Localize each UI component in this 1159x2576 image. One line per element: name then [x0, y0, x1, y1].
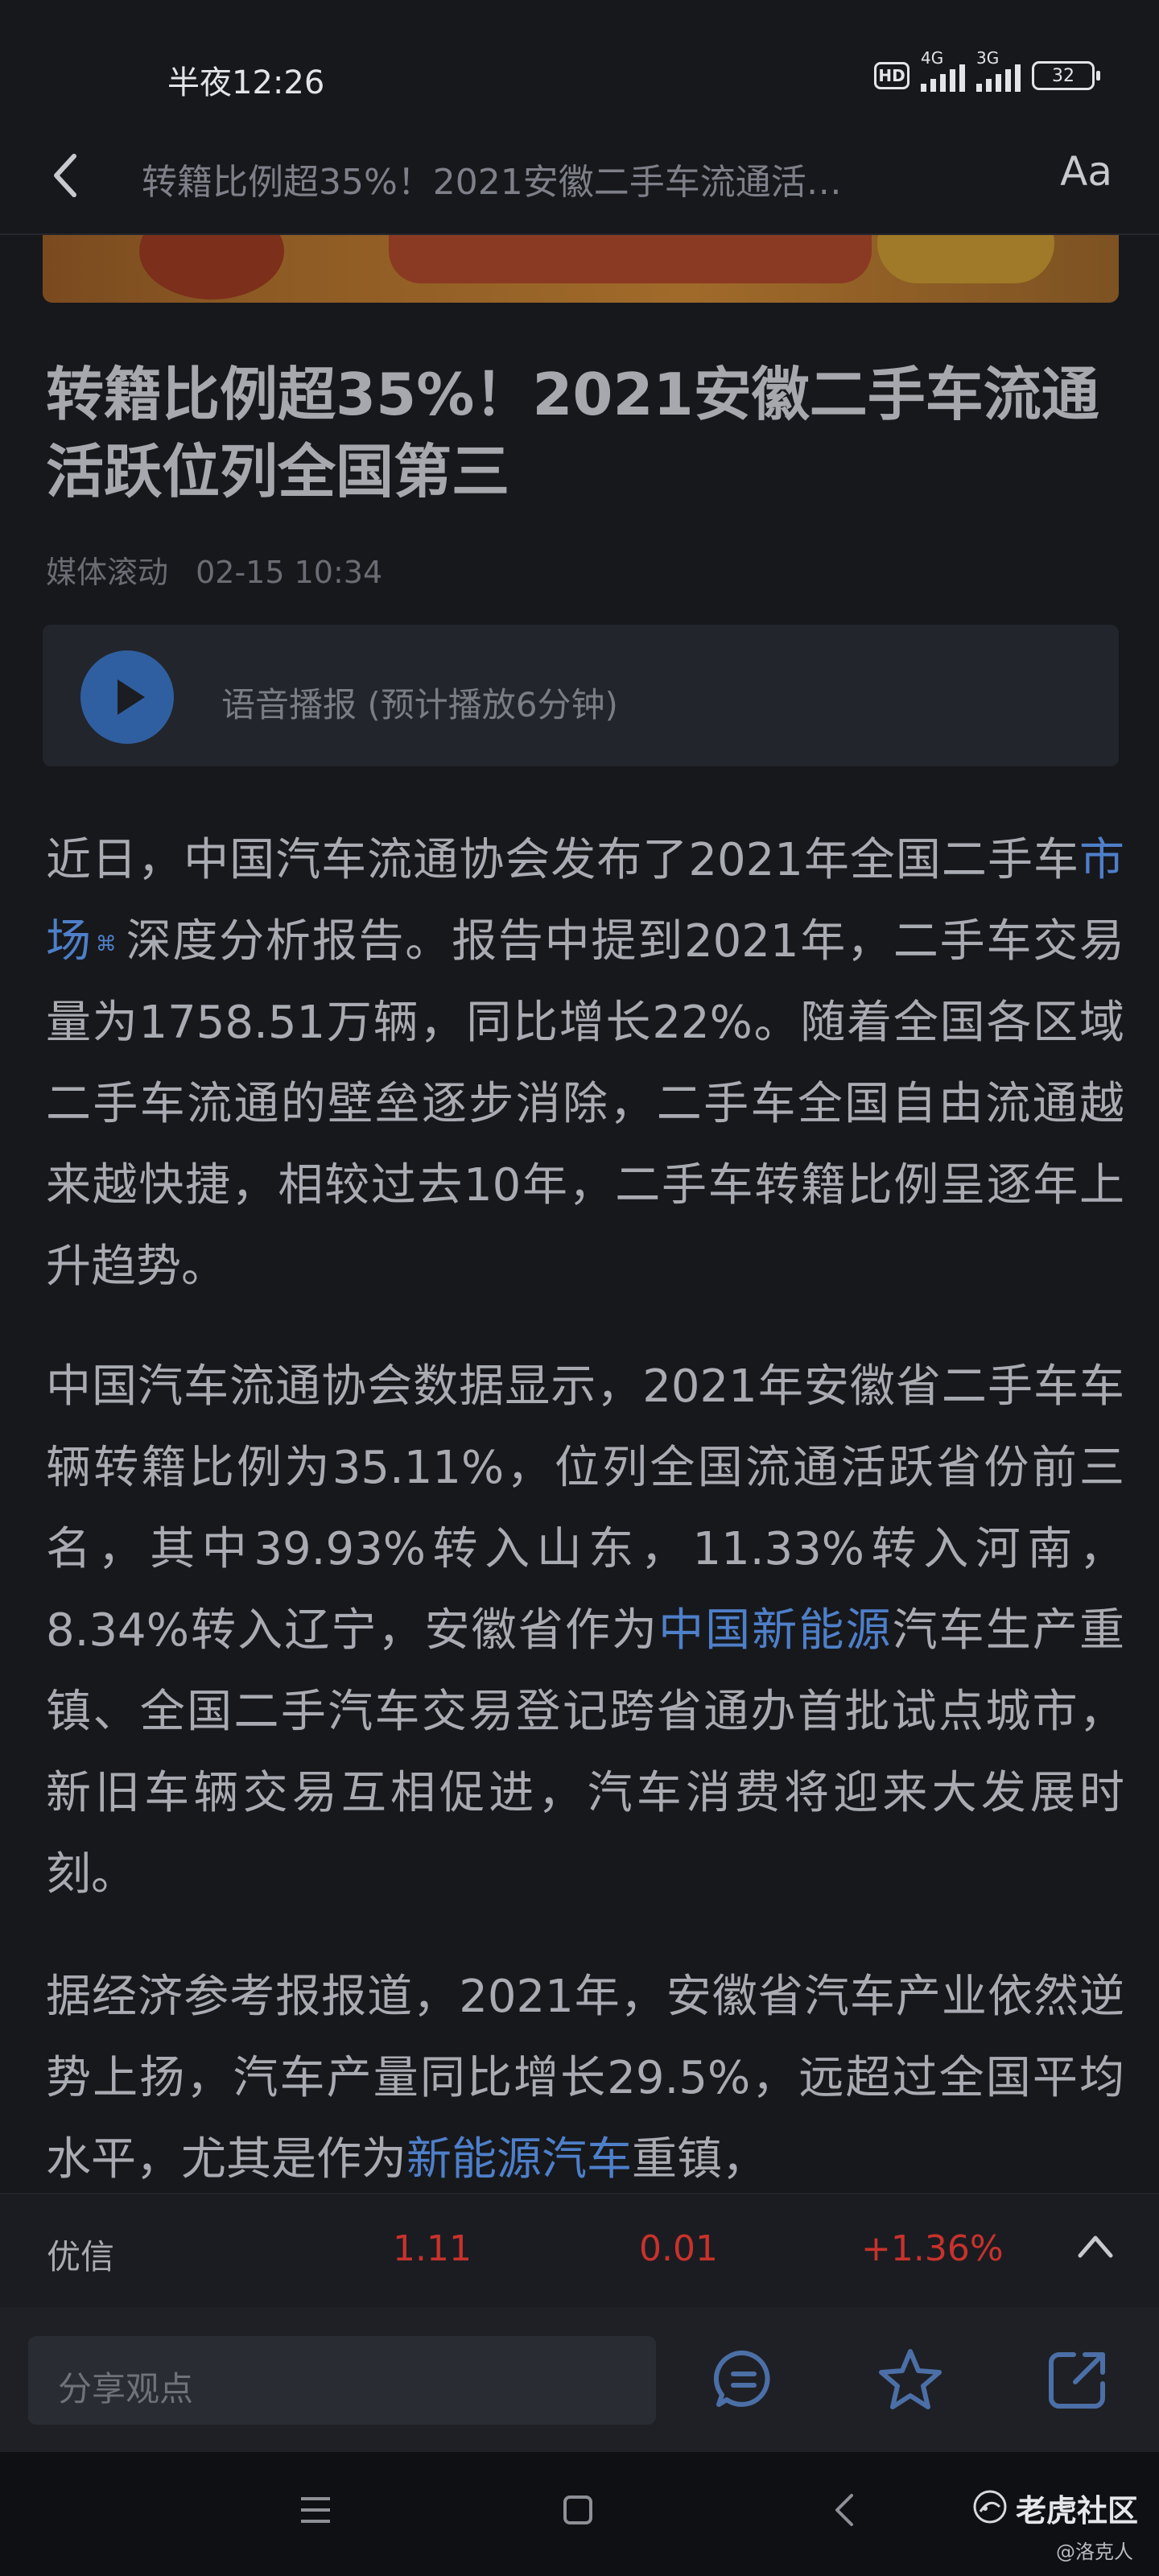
stock-price: 1.11: [393, 2228, 472, 2269]
community-label: 老虎社区: [1016, 2493, 1139, 2529]
stock-name[interactable]: 优信: [47, 2230, 114, 2279]
stock-change: 0.01: [639, 2228, 718, 2269]
article-meta: 媒体滚动 02-15 10:34: [46, 547, 400, 592]
share-icon[interactable]: [1045, 2347, 1111, 2413]
paragraph-text: 深度分析报告。报告中提到2021年，二手车交易量为1758.51万辆，同比增长2…: [46, 915, 1125, 1293]
bookmark-icon[interactable]: ⌘: [96, 932, 117, 956]
article-paragraph-3: 据经济参考报报道，2021年，安徽省汽车产业依然逆势上扬，汽车产量同比增长29.…: [46, 1956, 1124, 2190]
promo-banner[interactable]: [43, 235, 1119, 303]
hd-icon: HD: [874, 62, 909, 89]
stock-change-percent: +1.36%: [861, 2228, 1004, 2269]
network-3g-label: 3G: [976, 48, 1000, 68]
chevron-up-icon[interactable]: [1075, 2230, 1116, 2262]
nav-title: 转籍比例超35%！2021安徽二手车流通活…: [142, 162, 842, 203]
paragraph-text: 近日，中国汽车流通协会发布了2021年全国二手车: [46, 834, 1079, 886]
article-paragraph-2: 中国汽车流通协会数据显示，2021年安徽省二手车车辆转籍比例为35.11%，位列…: [46, 1346, 1124, 1915]
home-icon[interactable]: [562, 2494, 594, 2526]
article-date: 02-15 10:34: [196, 555, 383, 590]
status-icons: HD 4G 3G 32: [874, 48, 1100, 92]
menu-icon[interactable]: [298, 2494, 333, 2526]
tiger-logo-icon: [972, 2489, 1008, 2524]
comment-icon[interactable]: [711, 2347, 777, 2413]
paragraph-text: 重镇，: [632, 2133, 767, 2186]
comment-placeholder: 分享观点: [58, 2369, 194, 2409]
back-button[interactable]: [47, 151, 87, 200]
topic-link-new-energy[interactable]: 中国新能源: [658, 1604, 893, 1657]
watermark: @洛克人: [1056, 2541, 1133, 2563]
font-size-button[interactable]: Aa: [1060, 148, 1112, 195]
network-4g-label: 4G: [921, 48, 944, 68]
audio-label: 语音播报 (预计播放6分钟): [221, 685, 618, 724]
play-icon[interactable]: [80, 650, 174, 744]
article-source[interactable]: 媒体滚动: [46, 555, 168, 590]
signal-3g-icon: 3G: [976, 48, 1021, 92]
article-paragraph-1: 近日，中国汽车流通协会发布了2021年全国二手车市场 ⌘ 深度分析报告。报告中提到2…: [46, 819, 1124, 1307]
back-triangle-icon[interactable]: [832, 2492, 856, 2528]
signal-4g-icon: 4G: [921, 48, 965, 92]
chevron-left-icon: [54, 154, 76, 197]
star-icon[interactable]: [877, 2347, 943, 2413]
battery-level: 32: [1052, 65, 1074, 86]
status-time: 半夜12:26: [167, 64, 325, 101]
topic-link-new-energy-vehicle[interactable]: 新能源汽车: [406, 2133, 632, 2186]
article-title: 转籍比例超35%！2021安徽二手车流通活跃位列全国第三: [46, 361, 1099, 506]
battery-icon: 32: [1032, 61, 1100, 90]
